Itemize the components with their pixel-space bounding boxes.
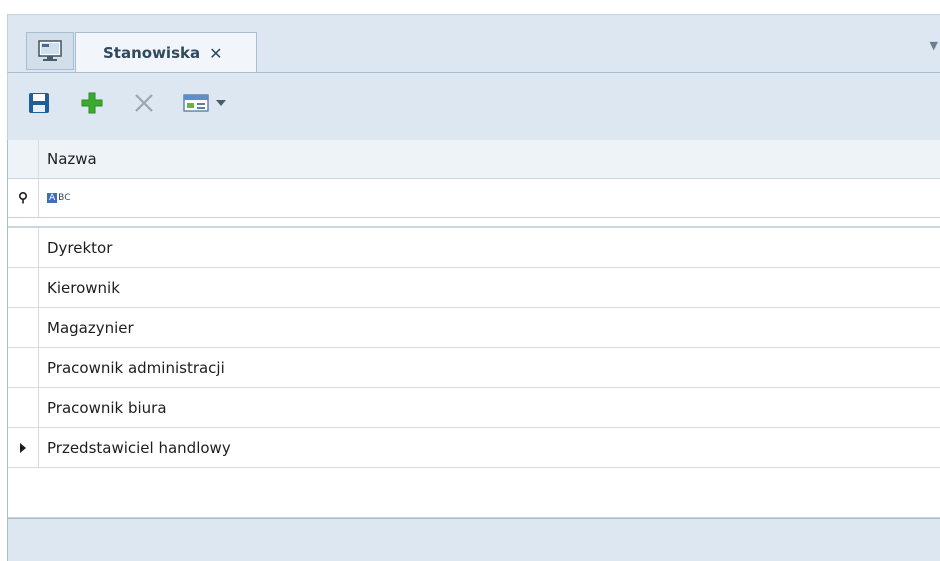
table-row[interactable]: Pracownik biura [8,388,940,428]
tab-bar: Stanowiska ✕ ▼ [7,14,940,73]
data-grid: Nazwa A BC Dyrektor Kierownik Magazynier Pra… [7,140,940,561]
grid-header-row: Nazwa [8,140,940,179]
grid-separator [8,219,940,228]
close-icon[interactable]: ✕ [209,44,222,63]
tab-title: Stanowiska [103,44,201,62]
row-name-cell[interactable]: Dyrektor [47,228,112,267]
row-indicator[interactable] [8,388,39,427]
save-button[interactable] [25,89,53,117]
row-name-cell[interactable]: Pracownik biura [47,388,167,427]
table-row[interactable]: Pracownik administracji [8,348,940,388]
row-name-cell[interactable]: Magazynier [47,308,134,347]
filter-row: A BC [8,179,940,218]
text-filter-badge: A BC [47,193,71,203]
row-name-cell[interactable]: Kierownik [47,268,120,307]
row-indicator[interactable] [8,308,39,347]
current-row-indicator[interactable] [8,428,39,467]
x-icon [135,94,153,112]
row-indicator[interactable] [8,228,39,267]
table-row[interactable]: Dyrektor [8,228,940,268]
chevron-down-icon [216,100,226,106]
delete-button[interactable] [130,89,158,117]
monitor-icon[interactable] [26,32,74,70]
plus-icon [81,92,103,114]
pin-icon [19,192,27,204]
grid-footer [8,518,940,561]
tab-list-dropdown-icon[interactable]: ▼ [930,39,938,52]
column-header-nazwa[interactable]: Nazwa [47,140,97,178]
filter-indicator [8,179,39,217]
floppy-disk-icon [29,93,49,113]
row-name-cell[interactable]: Pracownik administracji [47,348,225,387]
row-indicator[interactable] [8,348,39,387]
spreadsheet-export-icon [183,94,209,112]
add-button[interactable] [78,89,106,117]
export-button[interactable] [182,89,210,117]
header-indicator [8,140,39,178]
tab-stanowiska[interactable]: Stanowiska ✕ [75,32,257,73]
top-strip [0,0,940,14]
table-row[interactable]: Kierownik [8,268,940,308]
row-name-cell[interactable]: Przedstawiciel handlowy [47,428,231,467]
row-pointer-icon [20,442,26,453]
filter-cell[interactable]: A BC [47,179,70,217]
export-dropdown-button[interactable] [211,89,231,117]
grid-empty-space [8,471,940,518]
row-indicator[interactable] [8,268,39,307]
table-row[interactable]: Magazynier [8,308,940,348]
toolbar [7,72,940,140]
table-row[interactable]: Przedstawiciel handlowy [8,428,940,468]
